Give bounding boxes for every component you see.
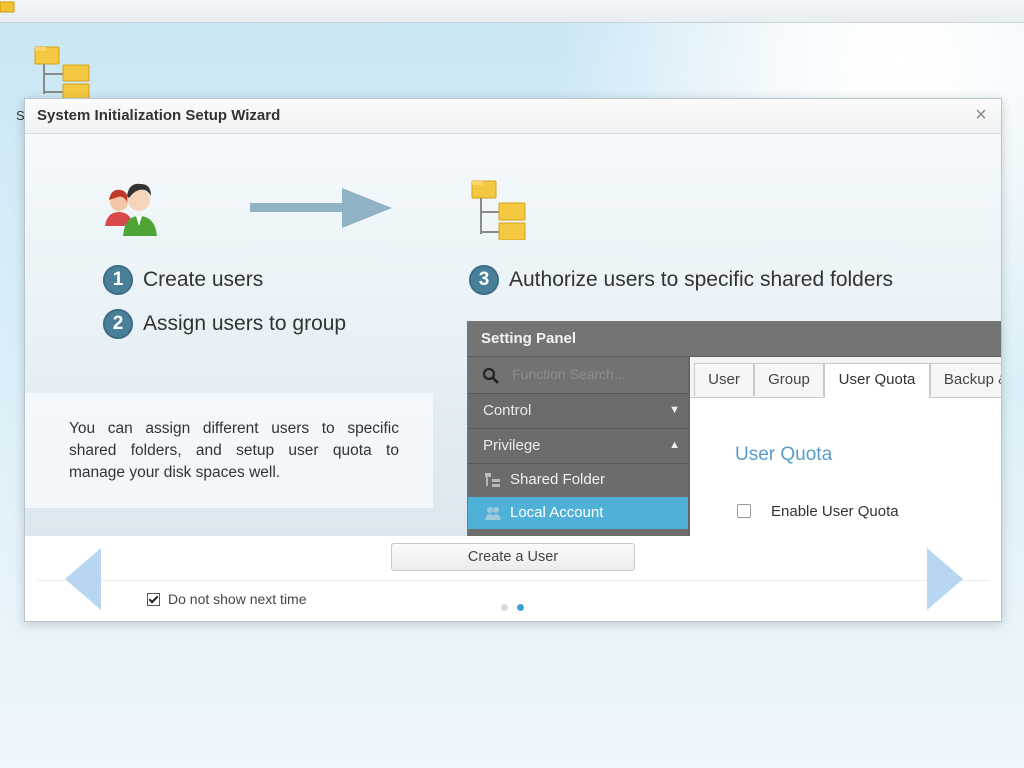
panel-title: Setting Panel	[481, 330, 577, 347]
dialog-header: System Initialization Setup Wizard ×	[25, 99, 1001, 134]
function-search: Function Search...	[468, 357, 688, 394]
dialog-title: System Initialization Setup Wizard	[37, 107, 281, 124]
tab-group: Group	[754, 363, 824, 396]
step-create-users: 1 Create users	[103, 265, 263, 295]
folder-tree-icon	[471, 180, 526, 240]
sidebar-item-control: Control ▼	[468, 394, 688, 429]
step-assign-group: 2 Assign users to group	[103, 309, 346, 339]
tab-bar: User Group User Quota Backup &	[690, 357, 1001, 398]
tab-user-quota: User Quota	[824, 363, 930, 398]
users-icon	[485, 507, 501, 520]
search-placeholder: Function Search...	[512, 366, 626, 382]
sidebar-item-local-account: Local Account	[468, 497, 688, 529]
panel-sidebar: Function Search... Control ▼ Privilege ▲	[468, 357, 688, 536]
setup-wizard-dialog: System Initialization Setup Wizard × 1 C…	[24, 98, 1002, 622]
folder-icon[interactable]	[0, 0, 16, 14]
sidebar-item-label: Local Account	[510, 504, 604, 521]
top-bar	[0, 0, 1024, 23]
section-title: User Quota	[735, 444, 833, 465]
tab-backup: Backup &	[930, 363, 1001, 396]
prev-arrow-icon[interactable]	[65, 548, 101, 610]
step-text: Authorize users to specific shared folde…	[509, 268, 894, 291]
close-icon[interactable]: ×	[971, 105, 991, 125]
tab-user: User	[694, 363, 754, 396]
setting-panel-preview: Setting Panel Function Search... Control…	[467, 321, 1001, 536]
sidebar-item-privilege: Privilege ▲	[468, 429, 688, 464]
wizard-slide: 1 Create users 2 Assign users to group 3…	[25, 134, 1001, 536]
chevron-down-icon: ▼	[669, 404, 680, 416]
step-number: 1	[103, 265, 133, 295]
folder-tree-desktop-icon[interactable]	[30, 44, 92, 100]
dialog-footer: Create a User Do not show next time	[25, 536, 1001, 621]
step-number: 3	[469, 265, 499, 295]
enable-quota-label: Enable User Quota	[771, 503, 899, 520]
right-arrow-icon	[250, 188, 392, 228]
users-icon	[105, 183, 157, 236]
step-authorize-folders: 3 Authorize users to specific shared fol…	[469, 265, 893, 295]
divider	[37, 580, 989, 581]
folder-tree-icon	[485, 473, 500, 487]
sidebar-item-label: Privilege	[483, 437, 541, 454]
chevron-up-icon: ▲	[669, 439, 680, 451]
sidebar-item-label: Control	[483, 402, 532, 419]
sidebar-item-label: Shared Folder	[510, 471, 606, 488]
info-text: You can assign different users to specif…	[69, 420, 399, 481]
pager-dot-active[interactable]	[517, 604, 524, 611]
dont-show-option[interactable]: Do not show next time	[147, 591, 307, 607]
step-number: 2	[103, 309, 133, 339]
panel-content: User Group User Quota Backup & User Quot…	[690, 357, 1001, 536]
step-text: Create users	[143, 268, 264, 291]
pager-dot[interactable]	[501, 604, 508, 611]
dont-show-checkbox[interactable]	[147, 592, 160, 606]
pager-dots	[501, 604, 533, 611]
create-user-button[interactable]: Create a User	[391, 543, 635, 571]
step-text: Assign users to group	[143, 312, 347, 335]
search-icon	[482, 367, 499, 384]
dont-show-label[interactable]: Do not show next time	[168, 591, 307, 607]
next-arrow-icon[interactable]	[927, 548, 963, 610]
panel-header: Setting Panel	[468, 322, 1001, 357]
sidebar-item-shared-folder: Shared Folder	[468, 464, 688, 496]
info-box: You can assign different users to specif…	[25, 393, 433, 508]
enable-quota-checkbox	[737, 504, 751, 518]
